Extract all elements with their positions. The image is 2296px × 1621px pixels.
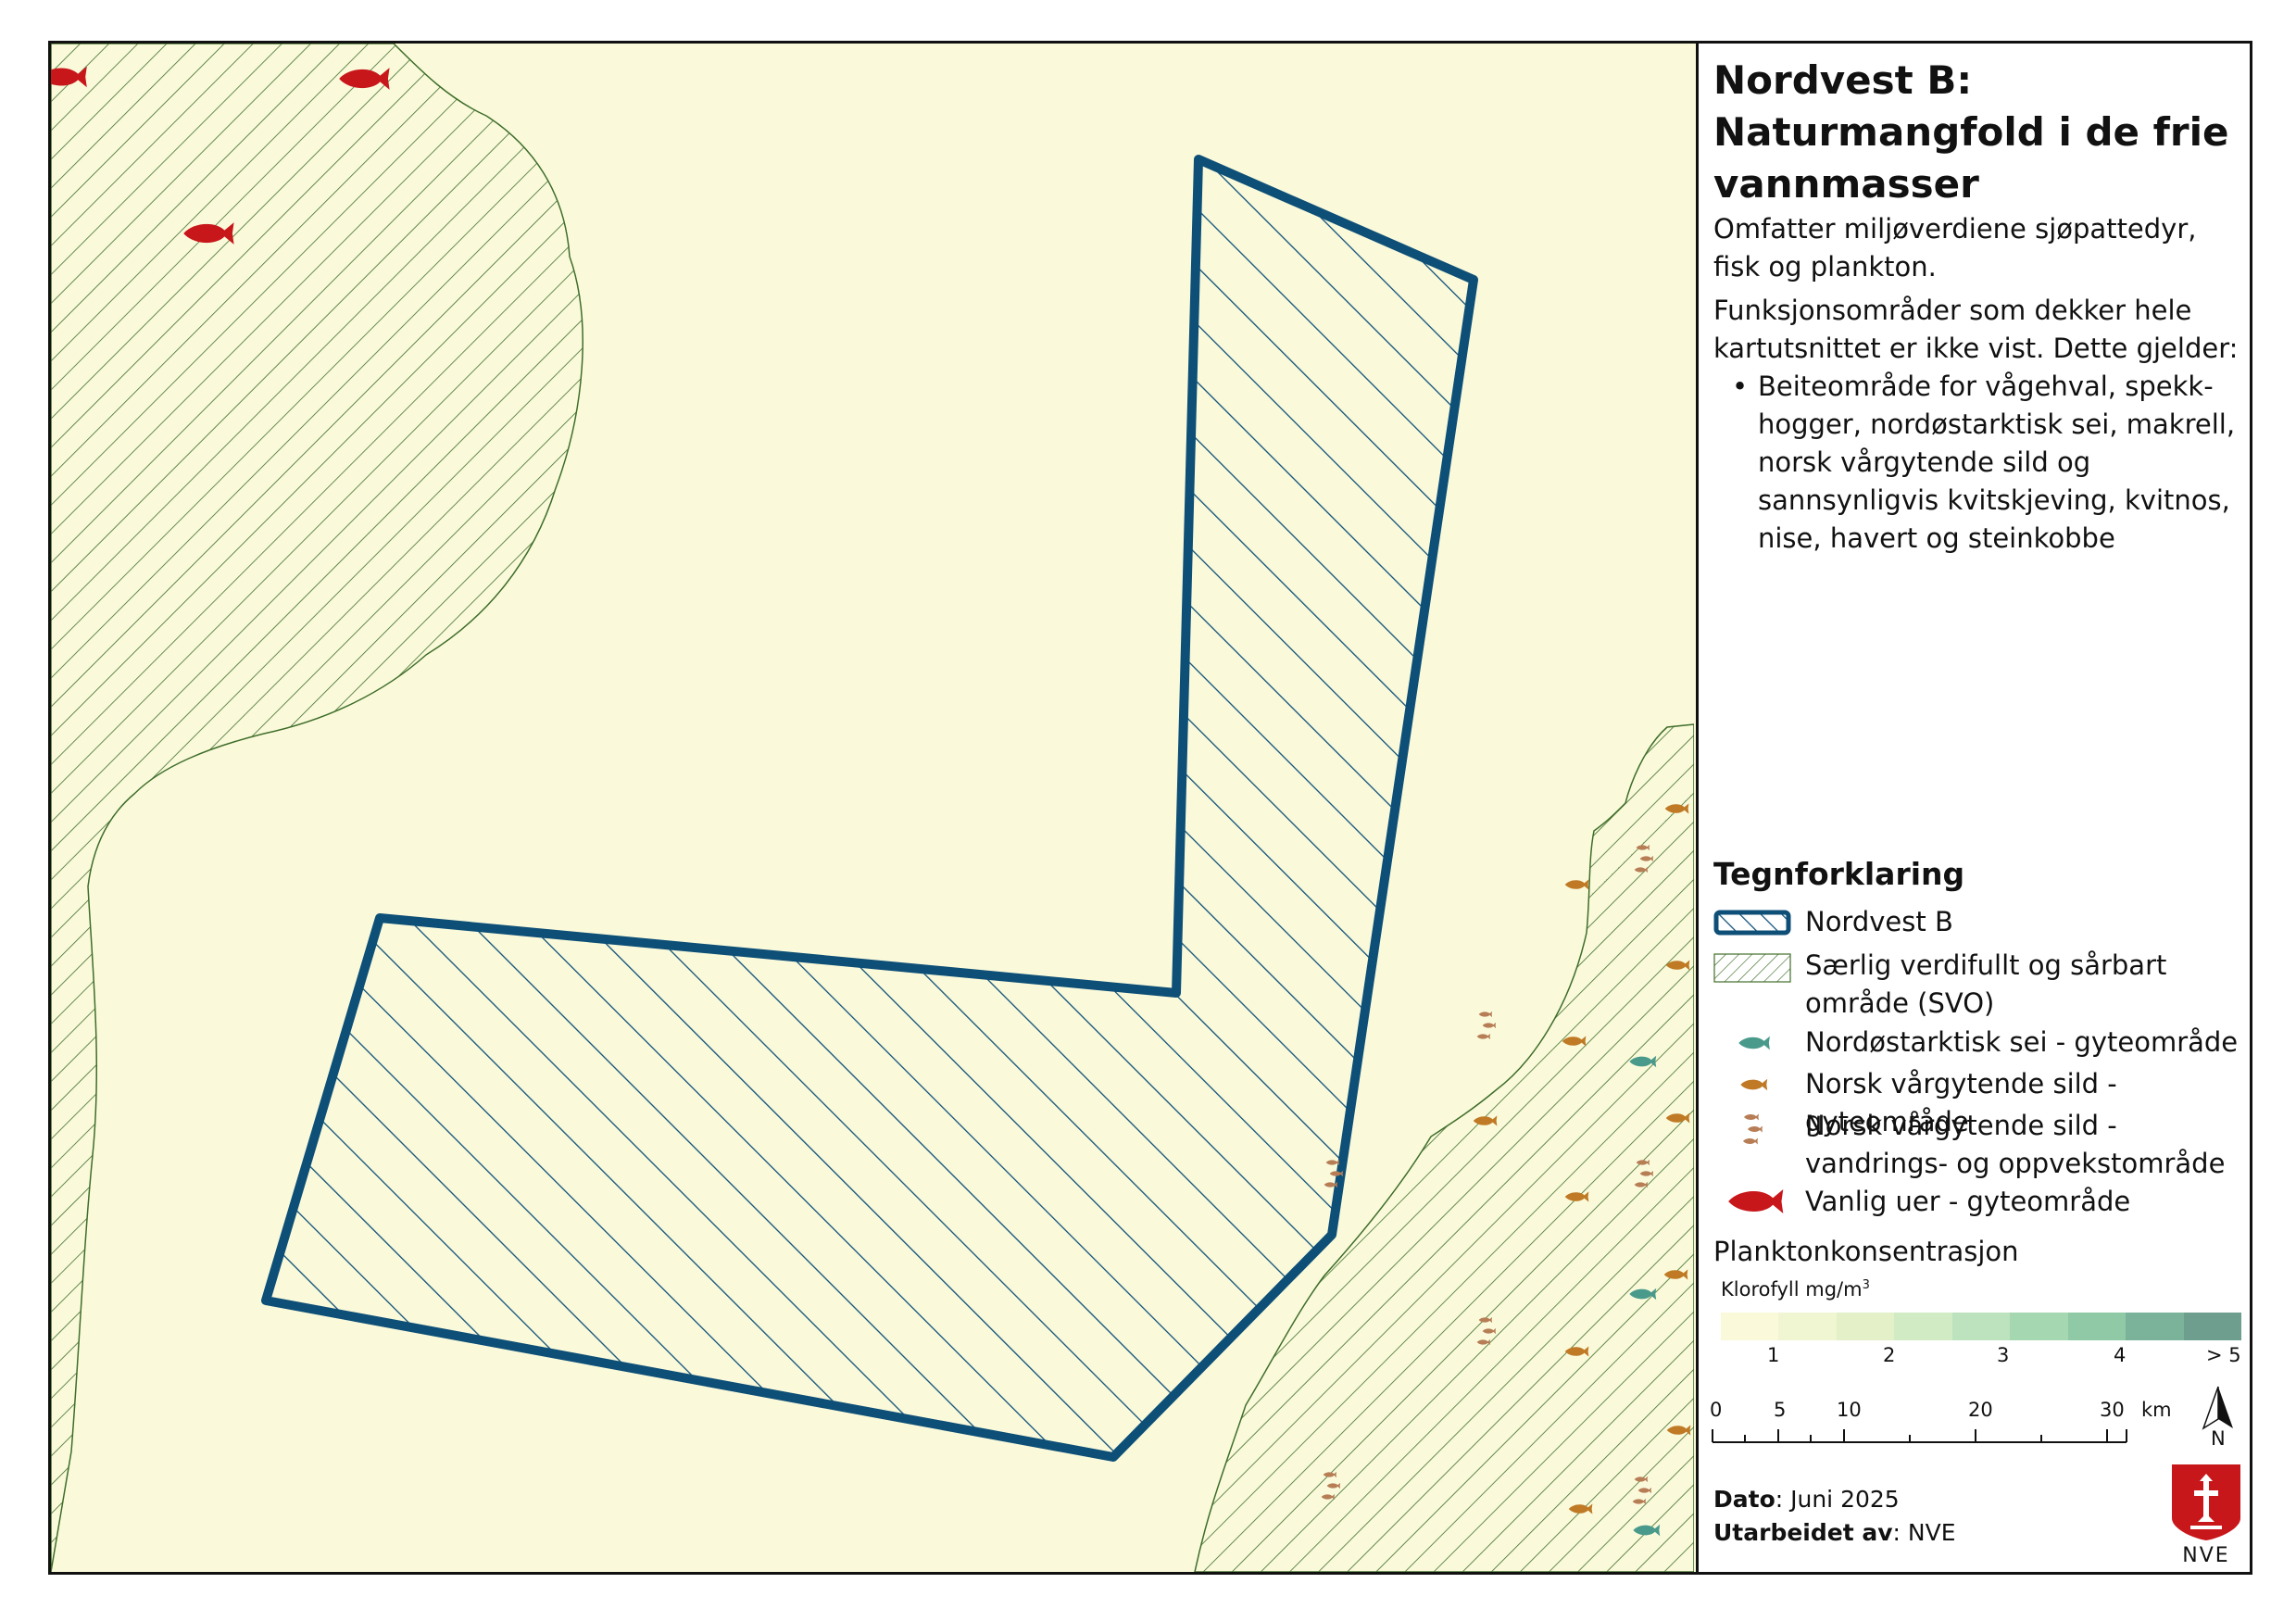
study-area-hatched-box <box>1713 910 1791 936</box>
colorbar-tick-label: 4 <box>2114 1344 2127 1366</box>
colorbar-segment <box>1778 1313 1838 1340</box>
note-text: Funksjonsområder som dekker hele kartuts… <box>1713 295 2239 364</box>
scalebar-label: 0 <box>1710 1399 1723 1421</box>
legend-label-sild-vandring: Norsk vårgytende sild - vandrings- og op… <box>1805 1110 2226 1179</box>
colorbar-segment <box>2126 1313 2185 1340</box>
scalebar-label: 5 <box>1774 1399 1787 1421</box>
nve-logo-text: NVE <box>2182 1544 2230 1567</box>
date-line: Dato: Juni 2025 <box>1713 1486 1900 1513</box>
nve-logo: NVE <box>2172 1464 2240 1567</box>
svo-hatched-box <box>1713 953 1791 983</box>
scalebar-label: 10 <box>1837 1399 1862 1421</box>
orange-fish-icon <box>1740 1078 1768 1091</box>
colorbar-tick-label: 3 <box>1997 1344 2010 1366</box>
small-fish-group-icon <box>1743 1113 1763 1145</box>
north-label: N <box>2211 1427 2226 1450</box>
bullet-text: Beiteområde for vågehval, spekk-hogger, … <box>1758 371 2236 554</box>
legend-label-study-area: Nordvest B <box>1805 906 1953 937</box>
map-canvas <box>51 44 1694 1572</box>
legend-title: Tegnforklaring <box>1713 856 1965 892</box>
chlorophyll-unit-text: Klorofyll mg/m <box>1721 1278 1863 1301</box>
legend-label-svo: Særlig verdifullt og sårbart område (SVO… <box>1805 949 2167 1019</box>
chlorophyll-unit-label: Klorofyll mg/m3 <box>1721 1278 1870 1301</box>
scalebar-label: 30 <box>2100 1399 2125 1421</box>
scalebar <box>1712 1429 2127 1443</box>
colorbar-segment <box>1894 1313 1953 1340</box>
function-area-bullet: • Beiteområde for vågehval, spekk-hogger… <box>1732 368 2241 558</box>
small-fish-group-icon <box>1476 1011 1497 1040</box>
date-label: Dato <box>1713 1486 1775 1513</box>
teal-fish-icon <box>1738 1036 1770 1050</box>
author-label: Utarbeidet av <box>1713 1519 1893 1546</box>
colorbar-segment <box>2183 1313 2242 1340</box>
red-fish-icon <box>1728 1189 1784 1213</box>
author-line: Utarbeidet av: NVE <box>1713 1519 1956 1546</box>
legend-label-uer: Vanlig uer - gyteområde <box>1805 1186 2131 1217</box>
plankton-title: Planktonkonsentrasjon <box>1713 1236 2019 1267</box>
colorbar-segment <box>2067 1313 2127 1340</box>
colorbar-segment <box>1721 1313 1779 1340</box>
scalebar-unit: km <box>2141 1399 2172 1421</box>
colorbar-tick-label: > 5 <box>2206 1344 2241 1366</box>
description-text: Omfatter miljøverdiene sjøpattedyr, fisk… <box>1713 213 2197 283</box>
nve-lion-emblem-icon <box>2172 1464 2240 1540</box>
orange-fish-icon <box>1564 879 1589 890</box>
author-value: : NVE <box>1892 1519 1956 1546</box>
legend-label-sei: Nordøstarktisk sei - gyteområde <box>1805 1026 2239 1058</box>
colorbar-segment <box>2010 1313 2069 1340</box>
bullet-dot: • <box>1732 371 1749 402</box>
chlorophyll-unit-sup: 3 <box>1862 1278 1870 1292</box>
colorbar-tick-label: 1 <box>1767 1344 1780 1366</box>
colorbar-tick-label: 2 <box>1883 1344 1896 1366</box>
legend-panel: Nordvest B: Naturmangfold i de frie vann… <box>1696 44 2250 1572</box>
scalebar-label: 20 <box>1968 1399 1993 1421</box>
map-title: Nordvest B: Naturmangfold i de frie vann… <box>1713 57 2229 207</box>
colorbar-segment <box>1836 1313 1895 1340</box>
date-value: : Juni 2025 <box>1775 1486 1900 1513</box>
colorbar-segment <box>1951 1313 2011 1340</box>
